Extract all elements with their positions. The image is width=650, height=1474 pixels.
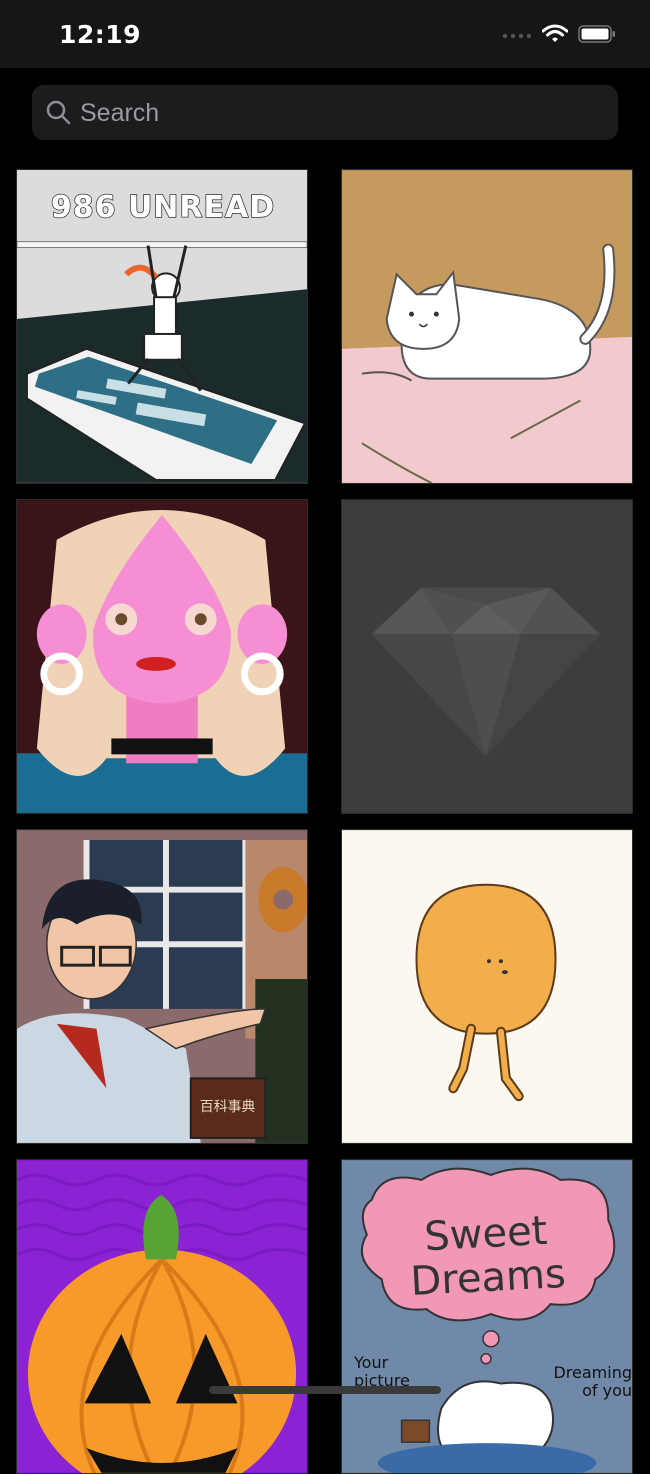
- gif-tile-986-unread[interactable]: 986 UNREAD: [16, 169, 308, 484]
- gif-tile-pink-face[interactable]: [16, 499, 308, 814]
- gif-tile-sweet-dreams[interactable]: Sweet Dreams Your picture Dreaming of yo…: [341, 1159, 633, 1474]
- dream-bubble-text: Sweet Dreams: [409, 1207, 567, 1306]
- gif-tile-cat[interactable]: [341, 169, 633, 484]
- gif-tile-pumpkin[interactable]: [16, 1159, 308, 1474]
- home-indicator[interactable]: [209, 1386, 441, 1394]
- gif-grid: 986 UNREAD 百科事典 Sweet Dreams Your pictur…: [0, 0, 650, 1474]
- label-your-picture: Your picture: [354, 1353, 410, 1390]
- label-dreaming-of-you: Dreaming of you: [553, 1363, 632, 1400]
- tile-caption: 986 UNREAD: [50, 189, 276, 226]
- gif-tile-diamond[interactable]: [341, 499, 633, 814]
- gif-tile-potato[interactable]: [341, 829, 633, 1144]
- gif-tile-pigeon[interactable]: 百科事典: [16, 829, 308, 1144]
- svg-text:百科事典: 百科事典: [200, 1099, 256, 1115]
